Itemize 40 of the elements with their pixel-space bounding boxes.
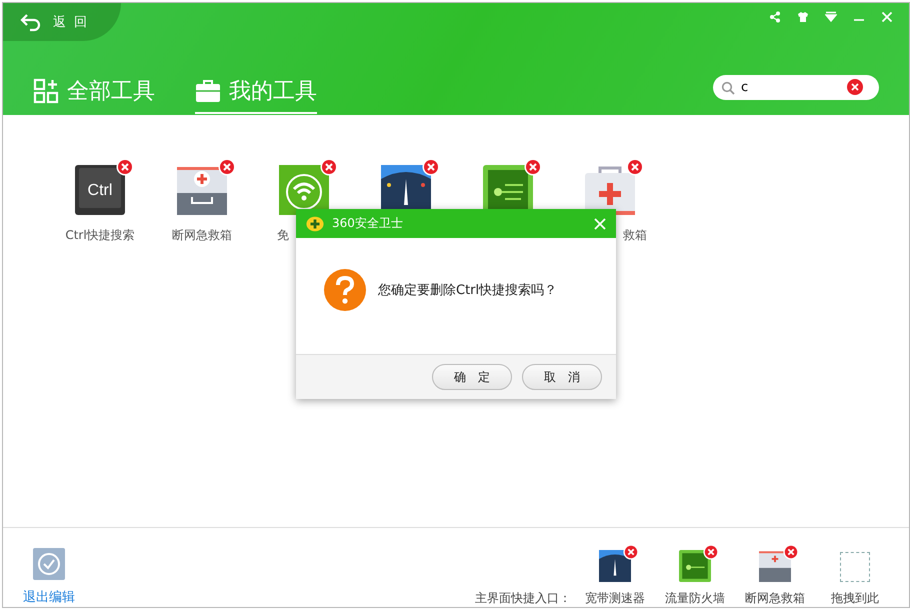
back-arrow-icon xyxy=(19,12,43,32)
tool-label: 断网急救箱 xyxy=(172,226,232,244)
delete-badge-icon[interactable] xyxy=(116,158,134,176)
search-icon xyxy=(721,81,735,95)
delete-badge-icon[interactable] xyxy=(623,544,639,560)
kit-tool-icon[interactable] xyxy=(585,164,635,215)
shield-logo-icon xyxy=(306,214,324,232)
checkmark-icon[interactable] xyxy=(33,548,65,580)
drop-target xyxy=(840,552,870,582)
briefcase-icon xyxy=(195,78,221,104)
search-field[interactable]: c xyxy=(713,75,879,100)
close-icon[interactable] xyxy=(594,218,606,230)
tool-label: Ctrl快捷搜索 xyxy=(65,226,135,244)
dropdown-menu-icon[interactable] xyxy=(825,11,837,23)
shortcut-name: 流量防火墙 xyxy=(665,590,725,607)
firstaid-tool-icon[interactable] xyxy=(177,164,227,215)
shortcut-name: 宽带测速器 xyxy=(585,590,645,607)
tool-label: 免 xyxy=(277,226,289,244)
dialog-button[interactable]: 取 消 xyxy=(522,364,602,390)
shirt-icon[interactable] xyxy=(797,11,809,23)
dialog-button[interactable]: 确 定 xyxy=(432,364,512,390)
wifi-tool-icon[interactable] xyxy=(279,164,329,215)
delete-badge-icon[interactable] xyxy=(703,544,719,560)
ctrl-tool-icon[interactable]: Ctrl xyxy=(75,164,125,215)
close-icon[interactable] xyxy=(881,11,893,23)
clear-icon[interactable] xyxy=(847,79,863,95)
firewall-tool-icon[interactable] xyxy=(679,550,711,582)
shortcut-name: 断网急救箱 xyxy=(745,590,805,607)
dialog-message: 您确定要删除Ctrl快捷搜索吗？ xyxy=(378,282,558,299)
shortcut-label: 主界面快捷入口： xyxy=(475,590,571,607)
drop-label: 拖拽到此 xyxy=(831,590,879,607)
firstaid-tool-icon[interactable] xyxy=(759,550,791,582)
grid-icon xyxy=(33,78,59,104)
share-icon[interactable] xyxy=(769,11,781,23)
dialog-title: 360安全卫士 xyxy=(332,215,404,232)
tool-label: 救箱 xyxy=(623,226,647,244)
exit-edit-link[interactable]: 退出编辑 xyxy=(23,588,75,606)
speed-tool-icon[interactable] xyxy=(599,550,631,582)
delete-badge-icon[interactable] xyxy=(524,158,542,176)
question-icon xyxy=(324,269,366,311)
